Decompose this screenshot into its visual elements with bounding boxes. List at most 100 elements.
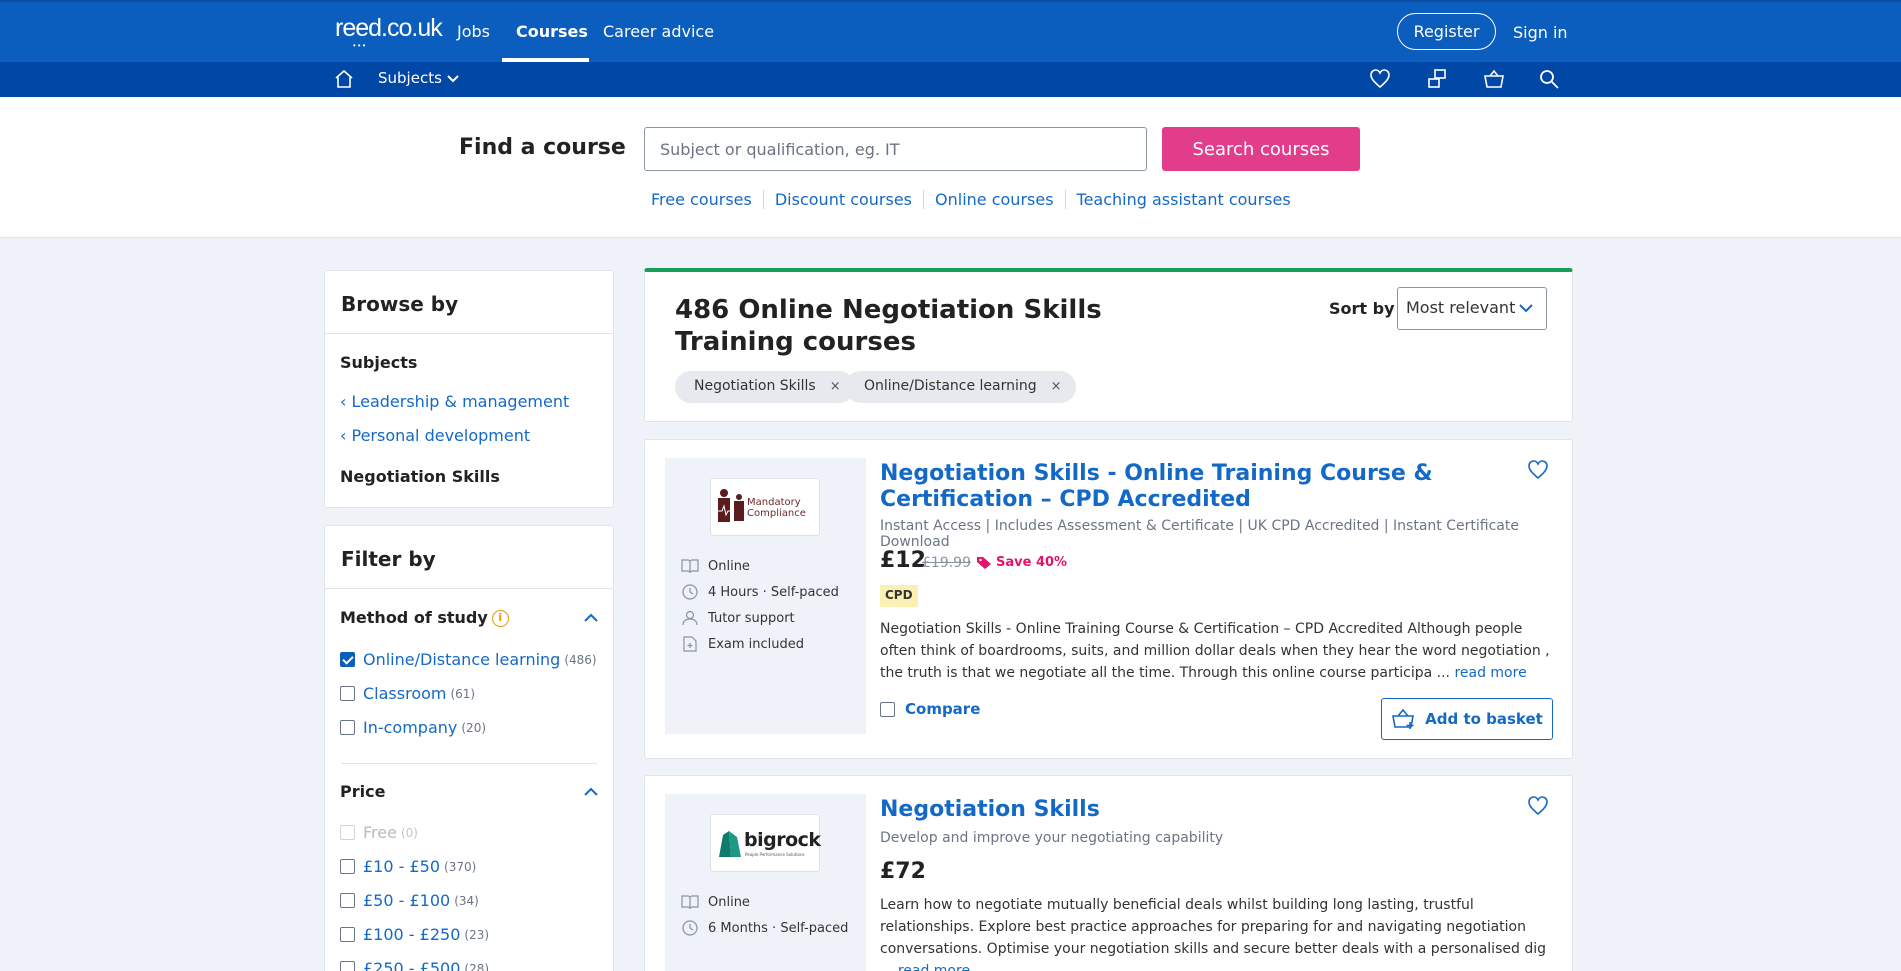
filter-title: Filter by xyxy=(341,547,436,571)
heart-icon[interactable] xyxy=(1369,68,1391,90)
checkbox[interactable] xyxy=(340,859,355,874)
chevron-up-icon[interactable] xyxy=(583,784,599,800)
course-card: bigrock People Performance Solutions Onl… xyxy=(644,775,1573,971)
meta-duration: 6 Months · Self-paced xyxy=(681,920,848,936)
compare-icon[interactable] xyxy=(1426,68,1448,90)
book-icon xyxy=(681,559,699,574)
signin-link[interactable]: Sign in xyxy=(1513,23,1568,42)
quicklink-online[interactable]: Online courses xyxy=(923,190,1065,209)
bigrock-logo-icon xyxy=(719,831,741,857)
filter-classroom[interactable]: Classroom (61) xyxy=(340,684,475,703)
save-badge: Save 40% xyxy=(976,555,1067,570)
meta-tutor: Tutor support xyxy=(681,610,795,626)
chevron-down-icon xyxy=(1519,304,1533,313)
course-card: Mandatory Compliance Online 4 Hours · Sel… xyxy=(644,439,1573,759)
search-icon[interactable] xyxy=(1538,68,1560,90)
browse-title: Browse by xyxy=(341,292,459,316)
logo-tagline: People Performance Solutions xyxy=(745,852,805,857)
filter-pill-negotiation[interactable]: Negotiation Skills × xyxy=(675,371,855,403)
filter-pill-online[interactable]: Online/Distance learning × xyxy=(845,371,1076,403)
course-subtitle: Develop and improve your negotiating cap… xyxy=(880,830,1224,846)
quicklink-teaching-assistant[interactable]: Teaching assistant courses xyxy=(1064,190,1302,209)
heart-icon[interactable] xyxy=(1527,795,1549,817)
clock-icon xyxy=(682,920,698,936)
home-icon[interactable] xyxy=(333,68,355,90)
top-navbar xyxy=(0,0,1901,62)
tag-icon xyxy=(977,556,991,569)
filter-price-50-100[interactable]: £50 - £100 (34) xyxy=(340,891,479,910)
course-description: Learn how to negotiate mutually benefici… xyxy=(880,894,1555,971)
checkbox xyxy=(340,825,355,840)
document-plus-icon xyxy=(683,636,697,652)
checkbox[interactable] xyxy=(340,720,355,735)
checkbox[interactable] xyxy=(880,701,895,717)
book-icon xyxy=(681,895,699,910)
read-more-link[interactable]: read more xyxy=(898,963,970,971)
checkbox[interactable] xyxy=(340,927,355,942)
checkbox[interactable] xyxy=(340,652,355,667)
quick-links: Free courses Discount courses Online cou… xyxy=(651,190,1302,209)
checkbox[interactable] xyxy=(340,686,355,701)
checkbox[interactable] xyxy=(340,893,355,908)
clock-icon xyxy=(682,584,698,600)
course-title[interactable]: Negotiation Skills xyxy=(880,797,1440,823)
provider-logo[interactable]: Mandatory Compliance xyxy=(710,478,820,536)
subjects-heading: Subjects xyxy=(340,353,418,372)
divider xyxy=(325,333,613,334)
results-header: 486 Online Negotiation Skills Training c… xyxy=(644,268,1573,422)
chevron-up-icon[interactable] xyxy=(583,610,599,626)
search-input[interactable] xyxy=(644,127,1147,171)
course-title[interactable]: Negotiation Skills - Online Training Cou… xyxy=(880,461,1440,513)
course-old-price: £19.99 xyxy=(922,555,971,571)
search-courses-button[interactable]: Search courses xyxy=(1162,127,1360,171)
basket-add-icon xyxy=(1392,708,1415,729)
subjects-dropdown[interactable]: Subjects xyxy=(378,69,459,87)
add-to-basket-button[interactable]: Add to basket xyxy=(1381,698,1553,740)
meta-exam: Exam included xyxy=(681,636,804,652)
sort-select[interactable]: Most relevant xyxy=(1397,287,1547,330)
course-subtitle: Instant Access | Includes Assessment & C… xyxy=(880,518,1519,550)
cpd-badge: CPD xyxy=(880,585,918,607)
course-thumb: bigrock People Performance Solutions Onl… xyxy=(665,794,866,971)
chevron-down-icon xyxy=(446,75,459,83)
remove-icon[interactable]: × xyxy=(1051,379,1062,394)
filter-price-250-500[interactable]: £250 - £500 (28) xyxy=(340,959,489,971)
course-thumb: Mandatory Compliance Online 4 Hours · Sel… xyxy=(665,458,866,734)
results-title: 486 Online Negotiation Skills Training c… xyxy=(675,295,1102,357)
quicklink-discount[interactable]: Discount courses xyxy=(762,190,923,209)
sort-label: Sort by xyxy=(1329,299,1395,318)
current-subject: Negotiation Skills xyxy=(340,467,500,486)
divider xyxy=(325,588,613,589)
quicklink-free[interactable]: Free courses xyxy=(651,190,763,209)
course-description: Negotiation Skills - Online Training Cou… xyxy=(880,621,1550,681)
user-icon xyxy=(682,610,698,626)
course-price: £72 xyxy=(880,859,926,884)
find-course-title: Find a course xyxy=(459,135,626,160)
browse-panel: Browse by Subjects ‹ Leadership & manage… xyxy=(324,270,614,508)
basket-icon[interactable] xyxy=(1483,68,1505,90)
filter-price-100-250[interactable]: £100 - £250 (23) xyxy=(340,925,489,944)
checkbox[interactable] xyxy=(340,961,355,971)
read-more-link[interactable]: read more xyxy=(1454,665,1526,681)
nav-jobs[interactable]: Jobs xyxy=(457,22,490,41)
filter-online[interactable]: Online/Distance learning (486) xyxy=(340,650,597,669)
meta-mode: Online xyxy=(681,558,750,574)
register-button[interactable]: Register xyxy=(1397,13,1496,50)
compare-checkbox[interactable]: Compare xyxy=(880,700,980,718)
remove-icon[interactable]: × xyxy=(830,379,841,394)
browse-link-personal-development[interactable]: ‹ Personal development xyxy=(340,426,530,445)
nav-career-advice[interactable]: Career advice xyxy=(603,22,714,41)
compliance-logo-icon xyxy=(718,489,744,522)
price-heading[interactable]: Price xyxy=(340,782,385,801)
heart-icon[interactable] xyxy=(1527,459,1549,481)
reed-logo[interactable]: reed.co.uk ••• xyxy=(335,14,443,50)
filter-in-company[interactable]: In-company (20) xyxy=(340,718,486,737)
provider-logo[interactable]: bigrock People Performance Solutions xyxy=(710,814,821,872)
filter-price-10-50[interactable]: £10 - £50 (370) xyxy=(340,857,476,876)
method-heading[interactable]: Method of study i xyxy=(340,608,509,627)
browse-link-leadership[interactable]: ‹ Leadership & management xyxy=(340,392,569,411)
nav-courses[interactable]: Courses xyxy=(516,22,588,41)
info-icon[interactable]: i xyxy=(491,610,509,627)
filter-price-free: Free (0) xyxy=(340,823,418,842)
filter-panel: Filter by Method of study i Online/Distan… xyxy=(324,525,614,971)
